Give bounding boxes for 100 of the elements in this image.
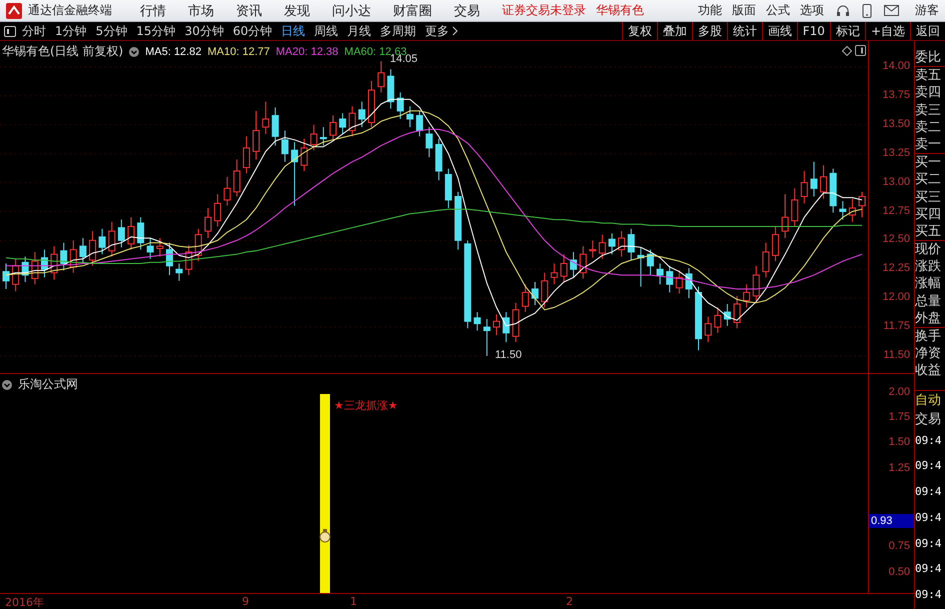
trade-time: 09:4 [915,484,943,500]
panel-toggle-icon[interactable] [855,45,866,56]
chart-tool-button[interactable]: 复权 [622,22,657,40]
candlestick [320,126,327,146]
candlestick [426,126,433,158]
period-tab[interactable]: 更多 [425,22,450,40]
date-axis-label: 9 [242,595,249,608]
period-tab[interactable]: 分时 [22,22,46,40]
quote-field-label: 卖二 [915,118,942,136]
period-tab[interactable]: 1分钟 [55,22,87,40]
chart-tool-button[interactable]: +自选 [864,22,910,40]
candlestick [782,194,789,239]
period-tab[interactable]: 多周期 [380,22,416,40]
candlestick [79,238,86,264]
candlestick [416,110,424,137]
menu-item[interactable]: 问小达 [332,2,371,20]
auto-mode-label[interactable]: 自动 [915,390,945,411]
quote-field-label: 买三 [915,188,942,206]
menu-item[interactable]: 行情 [140,2,166,20]
candlestick [733,295,740,329]
menu-item[interactable]: 资讯 [236,2,262,20]
menu-item[interactable]: 财富圈 [393,2,432,20]
candlestick [676,270,683,294]
candlestick [810,161,818,197]
candlestick [339,112,346,135]
candlestick [330,115,337,142]
candlestick [752,265,760,302]
chevron-right-icon[interactable] [452,26,458,36]
menu-item[interactable]: 选项 [800,2,824,19]
phone-icon[interactable] [862,4,872,18]
user-label[interactable]: 游客 [915,2,939,19]
candlestick [300,138,308,172]
candlestick [204,208,212,239]
price-axis-label: 13.75 [882,88,910,101]
quote-field-label: 换手 [915,327,945,346]
candlestick [474,312,481,332]
chart-tool-button[interactable]: 多股 [692,22,727,40]
menu-item[interactable]: 版面 [732,2,756,19]
candlestick [272,106,279,146]
menu-item[interactable]: 公式 [766,2,790,19]
mail-icon[interactable] [884,5,899,16]
candlestick [156,238,164,258]
chart-tool-button[interactable]: 返回 [910,22,945,40]
price-axis-label: 13.00 [882,176,910,188]
menu-item[interactable]: 市场 [188,2,214,20]
candlestick [483,318,490,356]
candlestick [598,234,606,260]
quote-field-label: 现价 [915,240,945,258]
period-tab[interactable]: 15分钟 [136,22,176,40]
candlestick [108,221,116,258]
panel-toggle-icon[interactable] [4,26,16,36]
chart-tool-button[interactable]: 画线 [762,22,797,40]
date-axis-label: 1 [350,595,357,608]
price-axis-label: 14.00 [882,60,910,72]
period-tab[interactable]: 日线 [281,22,306,40]
candlestick [570,251,577,278]
trade-time: 09:4 [915,586,943,603]
candlestick [291,142,298,206]
candlestick [858,191,866,218]
period-tab[interactable]: 30分钟 [184,22,224,40]
chart-tool-button[interactable]: 标记 [830,22,865,40]
diamond-icon[interactable] [842,46,852,56]
quote-field-label: 涨跌 [915,258,942,276]
price-axis-label: 13.25 [882,146,910,159]
headset-icon[interactable] [836,4,850,18]
candlestick [666,265,674,293]
candlestick [348,106,356,137]
candlestick [214,194,222,228]
quote-field-label: 涨幅 [915,275,942,293]
period-tab[interactable]: 月线 [347,22,372,40]
candlestick [791,188,798,228]
trade-time: 09:4 [915,510,943,526]
period-tab[interactable]: 周线 [314,22,338,40]
chart-tool-button[interactable]: F10 [796,22,830,40]
candlestick [262,101,270,135]
candlestick [137,216,144,250]
candlestick [656,263,664,285]
menu-item[interactable]: 功能 [698,2,722,19]
menu-item[interactable]: 交易 [454,2,480,20]
candlestick [762,242,770,278]
trade-time: 09:4 [915,536,943,552]
chart-tool-button[interactable]: 统计 [726,22,762,40]
candlestick [839,200,846,220]
candlestick [493,314,500,336]
candlestick [820,164,828,200]
period-tab[interactable]: 60分钟 [232,22,272,40]
price-axis-label: 12.50 [882,233,910,246]
chart-tool-button[interactable]: 叠加 [656,22,692,40]
candlestick [128,216,135,250]
candlestick [608,232,616,255]
login-status[interactable]: 证券交易未登录 [502,2,586,19]
price-axis-label: 12.75 [882,204,910,216]
price-axis-label: 13.50 [882,118,910,130]
candlestick [628,228,635,261]
menu-item[interactable]: 发现 [284,2,310,20]
quote-field-label: 买一 [915,153,945,172]
quote-field-label: 卖五 [915,66,945,84]
stock-name: 华锡有色 [596,2,644,19]
candlestick [800,170,808,204]
period-tab[interactable]: 5分钟 [96,22,128,40]
